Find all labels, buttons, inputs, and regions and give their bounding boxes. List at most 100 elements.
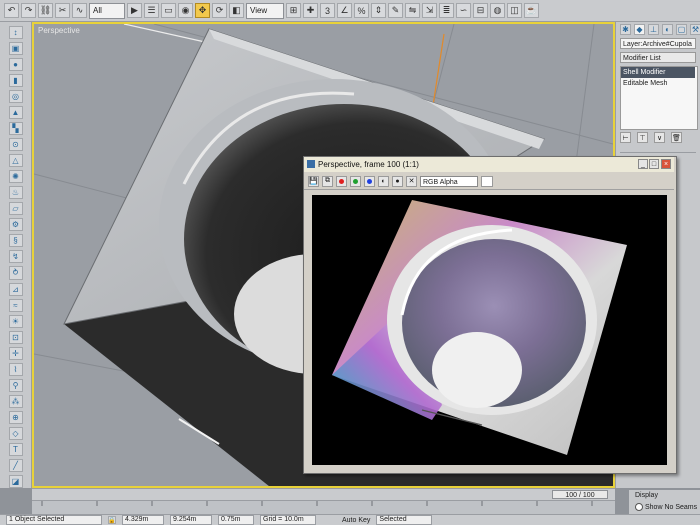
light-icon[interactable]: ☀	[8, 314, 23, 328]
bone-icon[interactable]: ╱	[8, 458, 23, 472]
utilities-tab-icon[interactable]: ⚒	[690, 24, 700, 35]
red-channel-icon[interactable]	[336, 175, 347, 187]
camera-icon[interactable]: ⊡	[8, 330, 23, 344]
geosphere-icon[interactable]: ✺	[8, 170, 23, 184]
minimize-button[interactable]: _	[638, 159, 648, 169]
cone-icon[interactable]: ▲	[8, 106, 23, 120]
particle-icon[interactable]: ⁂	[8, 394, 23, 408]
remove-modifier-icon[interactable]: 🗑	[671, 132, 682, 143]
select-object-icon[interactable]: ▶	[127, 3, 142, 18]
window-crossing-icon[interactable]: ◉	[178, 3, 193, 18]
render-icon[interactable]: ◪	[8, 474, 23, 488]
x-coordinate-field[interactable]: 4.329m	[122, 515, 164, 525]
motion-tab-icon[interactable]: ◐	[662, 24, 673, 35]
reference-coordinate-dropdown[interactable]: View	[246, 2, 284, 19]
material-editor-icon[interactable]: ◍	[490, 3, 505, 18]
stack-item[interactable]: Editable Mesh	[621, 78, 695, 89]
unlink-icon[interactable]: ✂	[55, 3, 70, 18]
quick-render-icon[interactable]: ☕	[524, 3, 539, 18]
pivot-center-icon[interactable]: ⊞	[286, 3, 301, 18]
named-selection-icon[interactable]: ✎	[388, 3, 403, 18]
undo-icon[interactable]: ↶	[4, 3, 19, 18]
redo-icon[interactable]: ↷	[21, 3, 36, 18]
torus-icon[interactable]: ◎	[8, 90, 23, 104]
checker-icon[interactable]: ▚	[8, 122, 23, 136]
twist-modifier-icon[interactable]: ⥁	[8, 266, 23, 280]
curve-editor-icon[interactable]: ∽	[456, 3, 471, 18]
shape-icon[interactable]: ◇	[8, 426, 23, 440]
render-window-title: Perspective, frame 100 (1:1)	[318, 160, 419, 169]
render-setup-icon[interactable]: ◫	[507, 3, 522, 18]
channel-dropdown[interactable]: RGB Alpha	[420, 175, 478, 187]
clone-window-icon[interactable]: ⧉	[322, 175, 333, 187]
auto-key-button[interactable]: Auto Key	[342, 517, 370, 524]
align-icon[interactable]: ⇲	[422, 3, 437, 18]
select-by-name-icon[interactable]: ☰	[144, 3, 159, 18]
modify-tab-icon[interactable]: ◆	[634, 24, 645, 35]
hierarchy-tab-icon[interactable]: ⊥	[648, 24, 659, 35]
alpha-channel-icon[interactable]: ◐	[378, 175, 389, 187]
mirror-icon[interactable]: ⇋	[405, 3, 420, 18]
show-no-seams-radio[interactable]	[635, 503, 643, 511]
axis-constraint-icon[interactable]: ↕	[8, 26, 23, 40]
noise-modifier-icon[interactable]: ≈	[8, 298, 23, 312]
green-channel-icon[interactable]	[350, 175, 361, 187]
viewport-label[interactable]: Perspective	[38, 26, 80, 35]
render-window-titlebar[interactable]: Perspective, frame 100 (1:1) _ □ ×	[304, 157, 674, 172]
rectangular-selection-icon[interactable]: ▭	[161, 3, 176, 18]
blue-channel-icon[interactable]	[364, 175, 375, 187]
make-unique-icon[interactable]: ∨	[654, 132, 665, 143]
color-swatch[interactable]	[481, 175, 493, 187]
close-button[interactable]: ×	[661, 159, 671, 169]
sphere-icon[interactable]: ●	[8, 58, 23, 72]
create-tab-icon[interactable]: ✱	[620, 24, 631, 35]
percent-snap-icon[interactable]: %	[354, 3, 369, 18]
select-and-rotate-icon[interactable]: ⟳	[212, 3, 227, 18]
z-coordinate-field[interactable]: 0.75m	[218, 515, 254, 525]
helper-icon[interactable]: ✛	[8, 346, 23, 360]
pin-stack-icon[interactable]: ⊢	[620, 132, 631, 143]
save-image-icon[interactable]: 💾	[308, 175, 319, 187]
display-tab-icon[interactable]: ▢	[676, 24, 687, 35]
main-toolbar: ↶ ↷ ⛓ ✂ ∿ All ▶ ☰ ▭ ◉ ✥ ⟳ ◧ View ⊞ ✚ 3 ∠…	[0, 0, 700, 22]
lock-selection-icon[interactable]: 🔒	[108, 516, 116, 524]
schematic-view-icon[interactable]: ⊟	[473, 3, 488, 18]
select-and-scale-icon[interactable]: ◧	[229, 3, 244, 18]
modifier-list-dropdown[interactable]: Modifier List	[620, 52, 696, 63]
angle-snap-icon[interactable]: ∠	[337, 3, 352, 18]
teapot-icon[interactable]: ♨	[8, 186, 23, 200]
show-no-seams-option[interactable]: Show No Seams	[635, 503, 697, 511]
compound-icon[interactable]: ⊕	[8, 410, 23, 424]
text-shape-icon[interactable]: T	[8, 442, 23, 456]
bend-modifier-icon[interactable]: ↯	[8, 250, 23, 264]
key-mode-dropdown[interactable]: Selected	[376, 515, 433, 525]
space-warp-icon[interactable]: ⌇	[8, 362, 23, 376]
rendered-scene	[332, 200, 627, 455]
monochrome-icon[interactable]: ●	[392, 175, 403, 187]
track-bar[interactable]	[32, 500, 615, 515]
taper-modifier-icon[interactable]: ⊿	[8, 282, 23, 296]
system-icon[interactable]: ⚲	[8, 378, 23, 392]
select-manipulate-icon[interactable]: ✚	[303, 3, 318, 18]
box-icon[interactable]: ▣	[8, 42, 23, 56]
gear-icon[interactable]: ⚙	[8, 218, 23, 232]
snap-toggle-icon[interactable]: 3	[320, 3, 335, 18]
cylinder-icon[interactable]: ▮	[8, 74, 23, 88]
select-and-move-icon[interactable]: ✥	[195, 3, 210, 18]
time-slider-thumb[interactable]: 100 / 100	[552, 490, 608, 499]
object-name-field[interactable]: Layer:Archive#Cupola	[620, 38, 696, 49]
y-coordinate-field[interactable]: 9.254m	[170, 515, 212, 525]
link-icon[interactable]: ⛓	[38, 3, 53, 18]
pyramid-icon[interactable]: △	[8, 154, 23, 168]
plane-icon[interactable]: ▱	[8, 202, 23, 216]
spinner-snap-icon[interactable]: ⇕	[371, 3, 386, 18]
tube-icon[interactable]: ⊙	[8, 138, 23, 152]
selection-filter-dropdown[interactable]: All	[89, 2, 125, 19]
maximize-button[interactable]: □	[649, 159, 659, 169]
layer-manager-icon[interactable]: ≣	[439, 3, 454, 18]
clear-icon[interactable]: ✕	[406, 175, 417, 187]
helix-icon[interactable]: §	[8, 234, 23, 248]
bind-space-warp-icon[interactable]: ∿	[72, 3, 87, 18]
stack-item[interactable]: Shell Modifier	[621, 67, 695, 78]
show-end-result-icon[interactable]: ⊤	[637, 132, 648, 143]
